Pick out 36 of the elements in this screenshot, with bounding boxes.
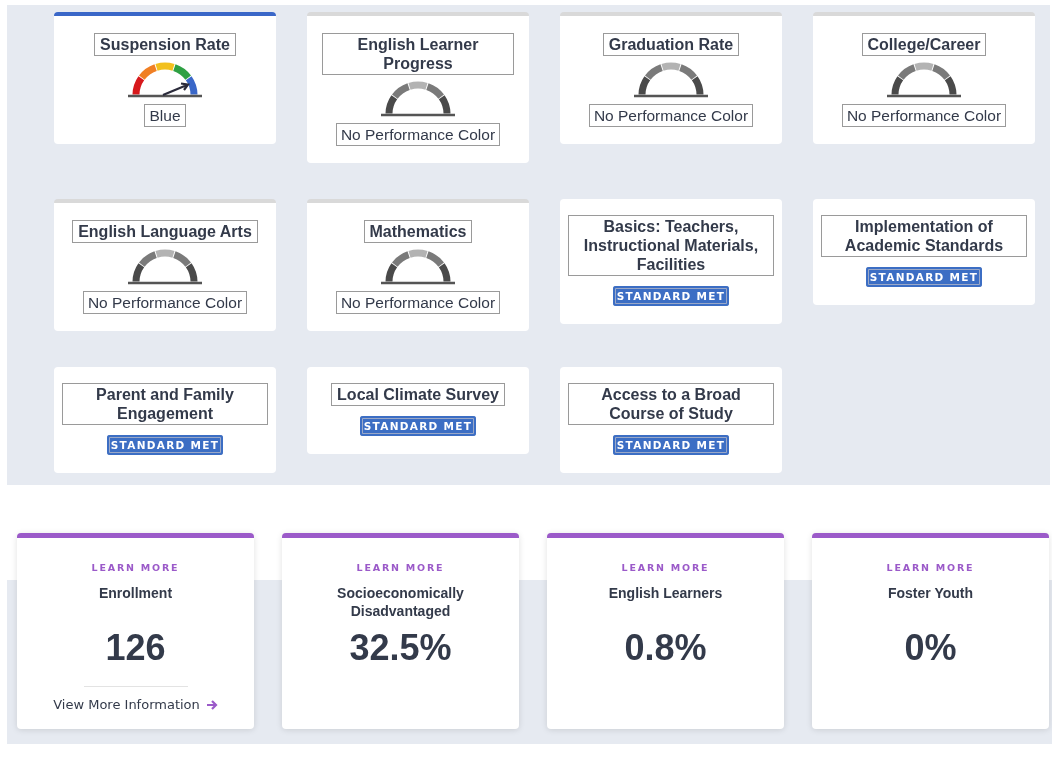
status-badge: STANDARD MET	[612, 435, 730, 455]
learn-more-link[interactable]: LEARN MORE	[356, 562, 445, 573]
indicator-title: Basics: Teachers, Instructional Materials, Facilities	[568, 215, 774, 276]
stat-value: 32.5%	[349, 628, 452, 668]
indicator-title: English Learner Progress	[322, 33, 514, 75]
indicator-title: College/Career	[861, 33, 987, 56]
performance-label: No Performance Color	[335, 123, 501, 146]
learn-more-link[interactable]: LEARN MORE	[621, 562, 710, 573]
status-badge: STANDARD MET	[612, 286, 730, 306]
stat-title: English Learners	[607, 584, 724, 603]
arrow-right-icon	[205, 698, 218, 711]
learn-more-link[interactable]: LEARN MORE	[91, 562, 180, 573]
indicator-title: English Language Arts	[72, 220, 258, 243]
stat-value: 0%	[904, 628, 957, 668]
status-badge: STANDARD MET	[106, 435, 224, 455]
indicator-title: Access to a Broad Course of Study	[568, 383, 774, 425]
stat-value: 126	[105, 628, 166, 668]
learn-more-link[interactable]: LEARN MORE	[886, 562, 975, 573]
performance-label: No Performance Color	[841, 104, 1007, 127]
performance-label: No Performance Color	[335, 291, 501, 314]
performance-label: Blue	[144, 104, 186, 127]
indicator-title: Implementation of Academic Standards	[821, 215, 1027, 257]
indicator-title: Graduation Rate	[602, 33, 740, 56]
stat-value: 0.8%	[624, 628, 707, 668]
performance-label: No Performance Color	[82, 291, 248, 314]
indicator-title: Local Climate Survey	[331, 383, 505, 406]
indicator-title: Parent and Family Engagement	[62, 383, 268, 425]
view-more-link[interactable]: View More Information	[53, 697, 218, 712]
status-badge: STANDARD MET	[359, 416, 477, 436]
stat-title: Foster Youth	[886, 584, 974, 603]
performance-label: No Performance Color	[588, 104, 754, 127]
indicator-title: Mathematics	[363, 220, 473, 243]
stat-title: Enrollment	[97, 584, 174, 603]
indicator-title: Suspension Rate	[94, 33, 236, 56]
stat-title: Socioeconomically Disadvantaged	[336, 584, 465, 620]
status-badge: STANDARD MET	[865, 267, 983, 287]
